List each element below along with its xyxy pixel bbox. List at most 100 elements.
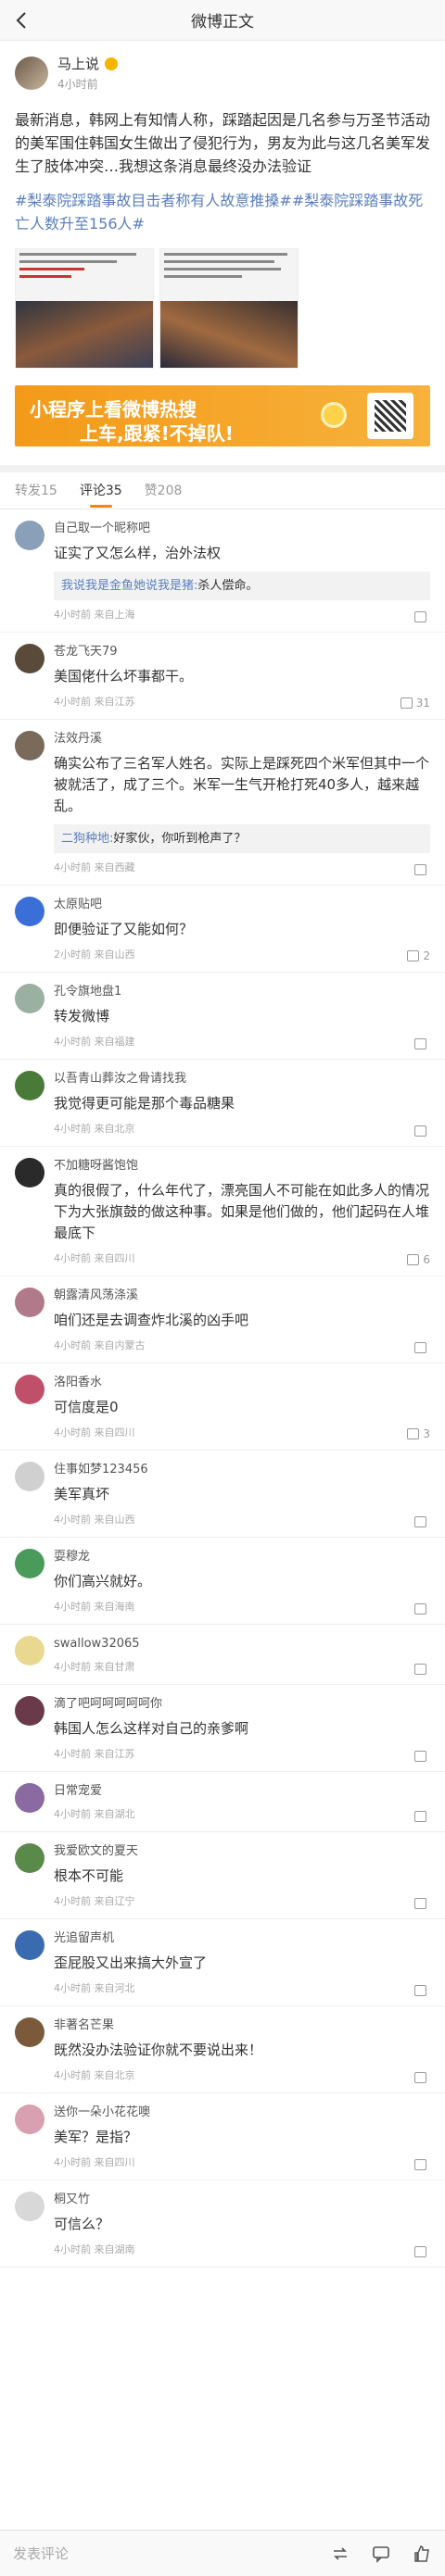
commenter-name[interactable]: 苍龙飞天79 — [54, 644, 430, 660]
commenter-avatar[interactable] — [15, 1696, 44, 1726]
comment-item[interactable]: 光追留声机 歪屁股又出来搞大外宣了 4小时前 来自河北 — [0, 1919, 445, 2006]
commenter-name[interactable]: 送你一朵小花花噢 — [54, 2105, 430, 2121]
commenter-name[interactable]: 光追留声机 — [54, 1930, 430, 1947]
comment-like-button[interactable] — [414, 1811, 430, 1822]
commenter-avatar[interactable] — [15, 731, 44, 760]
comment-like-button[interactable]: 3 — [407, 1427, 430, 1440]
commenter-avatar[interactable] — [15, 2017, 44, 2047]
comment-like-button[interactable] — [414, 1603, 430, 1615]
commenter-name[interactable]: 日常宠爱 — [54, 1783, 430, 1800]
comment-item[interactable]: 法效丹溪 确实公布了三名军人姓名。实际上是踩死四个米军但其中一个被就活了，成了三个… — [0, 720, 445, 886]
comment-like-button[interactable] — [414, 1898, 430, 1909]
comment-item[interactable]: 送你一朵小花花噢 美军？是指？ 4小时前 来自四川 — [0, 2093, 445, 2180]
like-icon[interactable] — [412, 2544, 432, 2564]
tab-repost[interactable]: 转发15 — [15, 472, 57, 509]
comment-item[interactable]: 日常宠爱 4小时前 来自湖北 — [0, 1772, 445, 1832]
tab-likes[interactable]: 赞208 — [145, 472, 183, 509]
post-image-1[interactable] — [15, 248, 154, 369]
mini-program-banner[interactable]: 小程序上看微博热搜 上车,跟紧!不掉队! — [15, 385, 430, 446]
comment-item[interactable]: 以吾青山葬汝之骨请找我 我觉得更可能是那个毒品糖果 4小时前 来自北京 — [0, 1060, 445, 1147]
comment-reply[interactable]: 二狗种地:好家伙，你听到枪声了？ — [54, 824, 430, 853]
commenter-avatar[interactable] — [15, 2105, 44, 2134]
commenter-avatar[interactable] — [15, 984, 44, 1013]
comment-meta: 4小时前 来自北京 — [54, 2069, 135, 2081]
commenter-avatar[interactable] — [15, 1071, 44, 1100]
commenter-name[interactable]: 我爱欧文的夏天 — [54, 1843, 430, 1860]
comment-like-button[interactable]: 2 — [407, 949, 430, 962]
commenter-name[interactable]: 洛阳香水 — [54, 1375, 430, 1391]
commenter-name[interactable]: 太原贴吧 — [54, 897, 430, 913]
comment-text: 咱们还是去调查炸北溪的凶手吧 — [54, 1312, 249, 1328]
comment-like-button[interactable] — [414, 1516, 430, 1527]
commenter-avatar[interactable] — [15, 1636, 44, 1665]
commenter-name[interactable]: 孔令旗地盘1 — [54, 984, 430, 1000]
comment-like-button[interactable] — [414, 2159, 430, 2170]
comment-like-button[interactable] — [414, 1985, 430, 1996]
comment-item[interactable]: 滴了吧呵呵呵呵呵你 韩国人怎么这样对自己的亲爹啊 4小时前 来自江苏 — [0, 1685, 445, 1772]
comment-item[interactable]: swallow32065 4小时前 来自甘肃 — [0, 1625, 445, 1685]
repost-icon[interactable] — [330, 2544, 350, 2564]
commenter-avatar[interactable] — [15, 1158, 44, 1187]
reply-author[interactable]: 我说我是金鱼她说我是猪: — [61, 579, 197, 593]
comment-item[interactable]: 我爱欧文的夏天 根本不可能 4小时前 来自辽宁 — [0, 1832, 445, 1919]
post-image-2[interactable] — [159, 248, 299, 369]
commenter-avatar[interactable] — [15, 644, 44, 673]
commenter-avatar[interactable] — [15, 1549, 44, 1578]
topic-tags[interactable]: #梨泰院踩踏事故目击者称有人故意推搡##梨泰院踩踏事故死亡人数升至156人# — [15, 189, 430, 235]
comment-like-button[interactable] — [414, 1342, 430, 1353]
comment-like-button[interactable] — [414, 611, 430, 622]
commenter-name[interactable]: 非著名芒果 — [54, 2017, 430, 2034]
comment-like-button[interactable] — [414, 864, 430, 875]
comment-like-button[interactable] — [414, 1125, 430, 1137]
comment-like-button[interactable] — [414, 1751, 430, 1762]
comment-item[interactable]: 耍穆龙 你们高兴就好。 4小时前 来自海南 — [0, 1538, 445, 1625]
back-arrow-icon[interactable] — [11, 9, 33, 31]
comment-like-button[interactable]: 31 — [400, 697, 430, 710]
comment-reply[interactable]: 我说我是金鱼她说我是猪:杀人偿命。 — [54, 572, 430, 600]
commenter-name[interactable]: 自己取一个昵称吧 — [54, 521, 430, 537]
comment-like-button[interactable] — [414, 1664, 430, 1675]
comment-like-button[interactable] — [414, 1038, 430, 1049]
comment-item[interactable]: 非著名芒果 既然没办法验证你就不要说出来！ 4小时前 来自北京 — [0, 2006, 445, 2093]
comment-item[interactable]: 朝露清风荡涤溪 咱们还是去调查炸北溪的凶手吧 4小时前 来自内蒙古 — [0, 1276, 445, 1363]
commenter-name[interactable]: 朝露清风荡涤溪 — [54, 1288, 430, 1304]
comment-like-button[interactable] — [414, 2246, 430, 2257]
commenter-avatar[interactable] — [15, 521, 44, 550]
commenter-avatar[interactable] — [15, 1288, 44, 1317]
commenter-name[interactable]: 滴了吧呵呵呵呵呵你 — [54, 1696, 430, 1713]
comment-item[interactable]: 孔令旗地盘1 转发微博 4小时前 来自福建 — [0, 973, 445, 1060]
commenter-avatar[interactable] — [15, 1783, 44, 1813]
commenter-name[interactable]: 不加糖呀酱饱饱 — [54, 1158, 430, 1175]
commenter-avatar[interactable] — [15, 1462, 44, 1491]
comment-item[interactable]: 太原贴吧 即便验证了又能如何？ 2小时前 来自山西 2 — [0, 886, 445, 973]
comment-like-button[interactable] — [414, 2072, 430, 2083]
commenter-name[interactable]: 以吾青山葬汝之骨请找我 — [54, 1071, 430, 1087]
commenter-avatar[interactable] — [15, 2192, 44, 2221]
comment-item[interactable]: 不加糖呀酱饱饱 真的很假了，什么年代了，漂亮国人不可能在如此多人的情况下为大张旗鼓… — [0, 1147, 445, 1276]
comment-item[interactable]: 苍龙飞天79 美国佬什么坏事都干。 4小时前 来自江苏 31 — [0, 633, 445, 720]
comment-like-button[interactable]: 6 — [407, 1253, 430, 1266]
comment-list: 自己取一个昵称吧 证实了又怎么样，治外法权 我说我是金鱼她说我是猪:杀人偿命。 4小时… — [0, 509, 445, 2268]
reply-author[interactable]: 二狗种地: — [61, 832, 113, 846]
commenter-name[interactable]: 法效丹溪 — [54, 731, 430, 748]
comment-item[interactable]: 洛阳香水 可信度是0 4小时前 来自四川 3 — [0, 1363, 445, 1451]
commenter-name[interactable]: 住事如梦123456 — [54, 1462, 430, 1478]
commenter-name[interactable]: swallow32065 — [54, 1636, 430, 1652]
bottom-bar: 发表评论 — [0, 2530, 445, 2576]
comment-item[interactable]: 住事如梦123456 美军真坏 4小时前 来自山西 — [0, 1451, 445, 1538]
author-name[interactable]: 马上说 — [57, 54, 99, 73]
comment-icon[interactable] — [371, 2544, 391, 2564]
comment-item[interactable]: 桐又竹 可信么？ 4小时前 来自湖南 — [0, 2180, 445, 2268]
commenter-name[interactable]: 耍穆龙 — [54, 1549, 430, 1565]
commenter-avatar[interactable] — [15, 1843, 44, 1873]
comment-text: 转发微博 — [54, 1008, 110, 1024]
commenter-avatar[interactable] — [15, 1930, 44, 1960]
commenter-avatar[interactable] — [15, 897, 44, 926]
comment-item[interactable]: 自己取一个昵称吧 证实了又怎么样，治外法权 我说我是金鱼她说我是猪:杀人偿命。 4小时… — [0, 509, 445, 633]
comment-text: 我觉得更可能是那个毒品糖果 — [54, 1095, 235, 1112]
author-avatar[interactable] — [15, 56, 48, 90]
tab-comments[interactable]: 评论35 — [80, 472, 122, 509]
commenter-name[interactable]: 桐又竹 — [54, 2192, 430, 2208]
comment-input[interactable]: 发表评论 — [13, 2544, 310, 2563]
commenter-avatar[interactable] — [15, 1375, 44, 1404]
